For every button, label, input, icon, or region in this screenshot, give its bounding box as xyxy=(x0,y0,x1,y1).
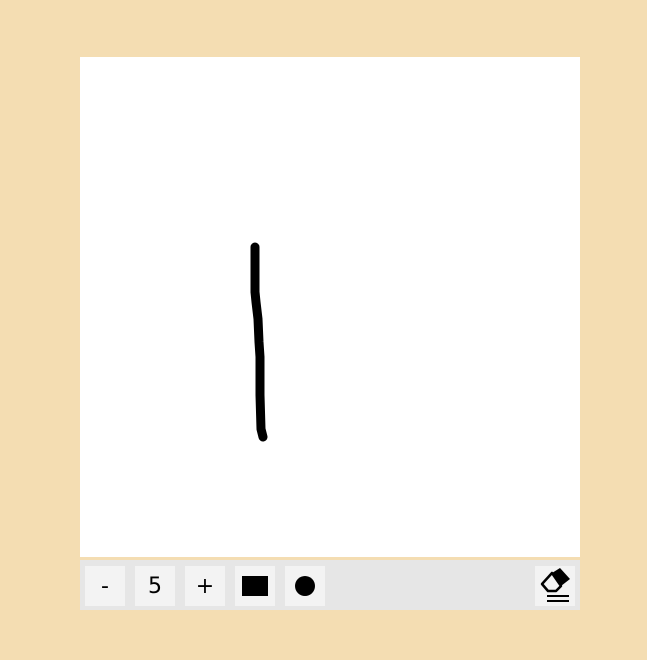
drawing-canvas[interactable] xyxy=(80,57,580,557)
drawing-toolbar: - 5 + xyxy=(80,560,580,610)
round-brush-icon xyxy=(295,576,315,596)
decrease-brush-size-button[interactable]: - xyxy=(85,566,125,606)
canvas-drawing-layer xyxy=(250,242,268,442)
brush-size-display: 5 xyxy=(135,566,175,606)
drawn-stroke xyxy=(250,242,268,442)
brush-shape-button[interactable] xyxy=(285,566,325,606)
eraser-button[interactable] xyxy=(535,566,575,606)
increase-brush-size-button[interactable]: + xyxy=(185,566,225,606)
brush-size-value: 5 xyxy=(148,573,162,599)
eraser-icon xyxy=(540,568,570,602)
color-picker-button[interactable] xyxy=(235,566,275,606)
decrease-label: - xyxy=(101,573,109,599)
drawing-app-page: - 5 + xyxy=(0,0,647,660)
increase-label: + xyxy=(195,573,215,599)
square-color-swatch-icon xyxy=(242,576,268,596)
